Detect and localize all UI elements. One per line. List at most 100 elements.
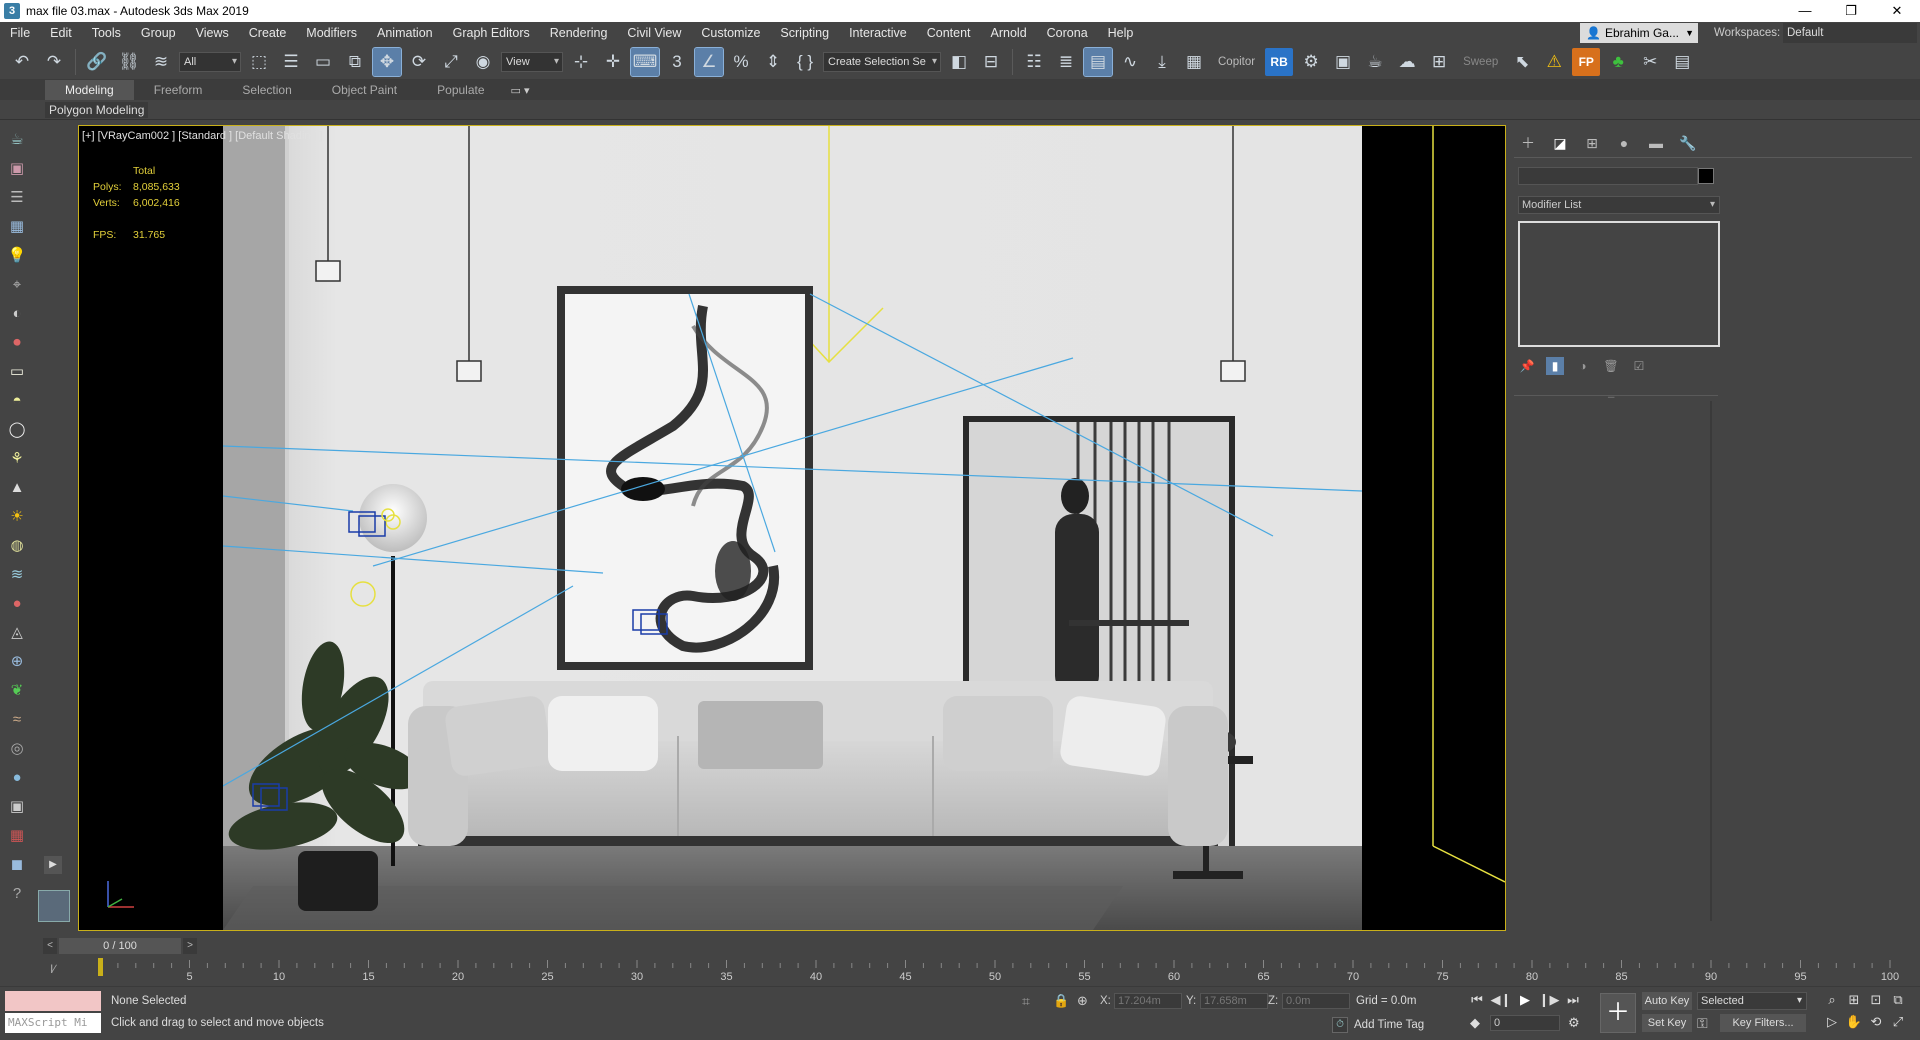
redo-icon[interactable]: ↷ — [40, 48, 68, 76]
menu-graph-editors[interactable]: Graph Editors — [443, 22, 540, 44]
cursor-tool-icon[interactable]: ⬉ — [1508, 48, 1536, 76]
select-and-move-icon[interactable]: ✥ — [372, 46, 402, 77]
list-icon[interactable]: ☰ — [4, 184, 30, 210]
x-coord-field[interactable]: 17.204m — [1114, 993, 1182, 1009]
select-object-icon[interactable]: ⬚ — [245, 48, 273, 76]
z-coord-field[interactable]: 0.0m — [1282, 993, 1350, 1009]
record-icon[interactable]: ⏺ — [4, 329, 30, 355]
spinner-snap-icon[interactable]: ⇕ — [759, 48, 787, 76]
zoom-all-icon[interactable]: ⊞ — [1844, 991, 1864, 1009]
sphere-icon[interactable]: ● — [4, 764, 30, 790]
object-name-field[interactable] — [1518, 167, 1698, 185]
percent-snap-icon[interactable]: % — [727, 48, 755, 76]
mirror-icon[interactable]: ◧ — [945, 48, 973, 76]
tab-object-paint[interactable]: Object Paint — [312, 80, 417, 100]
window-crossing-icon[interactable]: ⧉ — [341, 48, 369, 76]
make-unique-icon[interactable]: ◑ — [1574, 357, 1592, 375]
plant-icon[interactable]: ❦ — [4, 677, 30, 703]
3dsmax-app-icon[interactable]: 3 — [4, 3, 20, 19]
next-key-icon[interactable]: ❙▶ — [1538, 991, 1560, 1009]
viewport-layout-arrow[interactable]: ▶ — [44, 856, 62, 874]
isolate-selection-icon[interactable]: ⌗ — [1022, 993, 1030, 1010]
previous-key-icon[interactable]: ◀❙ — [1490, 991, 1512, 1009]
panel-grip[interactable]: ═ — [1608, 391, 1614, 401]
keyboard-shortcut-override-icon[interactable]: ⌨ — [630, 46, 660, 77]
render-setup-icon[interactable]: ⚙ — [1297, 48, 1325, 76]
help-icon[interactable]: ? — [4, 880, 30, 906]
menu-views[interactable]: Views — [186, 22, 239, 44]
snaps-toggle-icon[interactable]: 3 — [663, 48, 691, 76]
menu-edit[interactable]: Edit — [40, 22, 82, 44]
rendered-frame-window-icon[interactable]: ▣ — [1329, 48, 1357, 76]
fur-icon[interactable]: ≋ — [4, 561, 30, 587]
motion-tab-icon[interactable]: ● — [1614, 133, 1634, 153]
ribbon-options-icon[interactable]: ▭ ▾ — [505, 84, 530, 97]
restore-button[interactable]: ❐ — [1828, 0, 1874, 22]
light-bulb-icon[interactable]: 💡 — [4, 242, 30, 268]
menu-create[interactable]: Create — [239, 22, 297, 44]
select-and-scale-icon[interactable]: ⤢ — [437, 48, 465, 76]
menu-rendering[interactable]: Rendering — [540, 22, 618, 44]
render-in-cloud-icon[interactable]: ⊞ — [1425, 48, 1453, 76]
zoom-extents-all-icon[interactable]: ⧉ — [1888, 991, 1908, 1009]
tab-populate[interactable]: Populate — [417, 80, 504, 100]
panel-scrollbar[interactable] — [1710, 401, 1712, 921]
ambient-light-icon[interactable]: ◍ — [4, 532, 30, 558]
menu-interactive[interactable]: Interactive — [839, 22, 917, 44]
menu-group[interactable]: Group — [131, 22, 186, 44]
utilities-tab-icon[interactable]: 🔧 — [1678, 133, 1698, 153]
menu-arnold[interactable]: Arnold — [981, 22, 1037, 44]
curve-editor-icon[interactable]: ∿ — [1116, 48, 1144, 76]
go-to-start-icon[interactable]: ⏮ — [1466, 991, 1488, 1009]
select-and-place-icon[interactable]: ◉ — [469, 48, 497, 76]
key-selection-dropdown[interactable]: Selected — [1697, 992, 1807, 1010]
layer-explorer-icon[interactable]: ≣ — [1052, 48, 1080, 76]
pivot-point-icon[interactable]: ⊹ — [567, 48, 595, 76]
rb-plugin-icon[interactable]: RB — [1265, 47, 1294, 76]
tree-plugin-icon[interactable]: ♣ — [1604, 48, 1632, 76]
maxscript-listener-mini[interactable] — [5, 991, 101, 1011]
tab-modeling[interactable]: Modeling — [45, 80, 134, 100]
image-icon[interactable]: ▣ — [4, 155, 30, 181]
current-frame-field[interactable]: 0 — [1490, 1015, 1560, 1031]
previous-frame-button[interactable]: < — [43, 938, 57, 954]
teapot-icon[interactable]: ☕ — [4, 126, 30, 152]
configure-modifier-sets-icon[interactable]: ☑ — [1630, 357, 1648, 375]
menu-customize[interactable]: Customize — [691, 22, 770, 44]
bind-space-warp-icon[interactable]: ≋ — [147, 48, 175, 76]
select-by-name-icon[interactable]: ☰ — [277, 48, 305, 76]
viewport-label[interactable]: [+] [VRayCam002 ] [Standard ] [Default S… — [82, 130, 323, 142]
time-slider[interactable]: < 0 / 100 > — [38, 937, 1920, 955]
rectangular-selection-icon[interactable]: ▭ — [309, 48, 337, 76]
time-configuration-icon[interactable]: ⚙ — [1568, 1015, 1580, 1031]
set-keys-button[interactable]: ＋ — [1600, 993, 1636, 1033]
go-to-end-icon[interactable]: ⏭ — [1562, 991, 1584, 1009]
spot-light-icon[interactable]: ▲ — [4, 474, 30, 500]
zoom-icon[interactable]: ⌕ — [1822, 991, 1842, 1009]
dome-light-icon[interactable]: ◓ — [4, 387, 30, 413]
menu-animation[interactable]: Animation — [367, 22, 443, 44]
render-icon[interactable]: ▦ — [4, 822, 30, 848]
unlink-icon[interactable]: ⛓ — [115, 48, 143, 76]
tab-selection[interactable]: Selection — [222, 80, 311, 100]
object-color-swatch[interactable] — [1698, 168, 1714, 184]
align-icon[interactable]: ⊟ — [977, 48, 1005, 76]
angle-snap-icon[interactable]: ∠ — [694, 46, 724, 77]
selection-filter-dropdown[interactable]: All — [179, 51, 241, 72]
orbit-icon[interactable]: ⟲ — [1866, 1013, 1886, 1031]
key-filters-button[interactable]: Key Filters... — [1720, 1014, 1806, 1032]
copitor-label[interactable]: Copitor — [1212, 56, 1261, 68]
next-frame-button[interactable]: > — [183, 938, 197, 954]
workspace-select[interactable]: Default — [1783, 23, 1917, 43]
hierarchy-tab-icon[interactable]: ⊞ — [1582, 133, 1602, 153]
grid-icon[interactable]: ▦ — [4, 213, 30, 239]
sky-icon[interactable]: ◬ — [4, 619, 30, 645]
maximize-viewport-icon[interactable]: ⤢ — [1888, 1013, 1908, 1031]
globe-icon[interactable]: ⊕ — [4, 648, 30, 674]
ies-light-icon[interactable]: ⚘ — [4, 445, 30, 471]
sphere-light-icon[interactable]: ◯ — [4, 416, 30, 442]
menu-tools[interactable]: Tools — [82, 22, 131, 44]
pan-view-icon[interactable]: ✋ — [1844, 1013, 1864, 1031]
render-iterative-icon[interactable]: ☁ — [1393, 48, 1421, 76]
current-frame-marker[interactable] — [98, 958, 103, 976]
